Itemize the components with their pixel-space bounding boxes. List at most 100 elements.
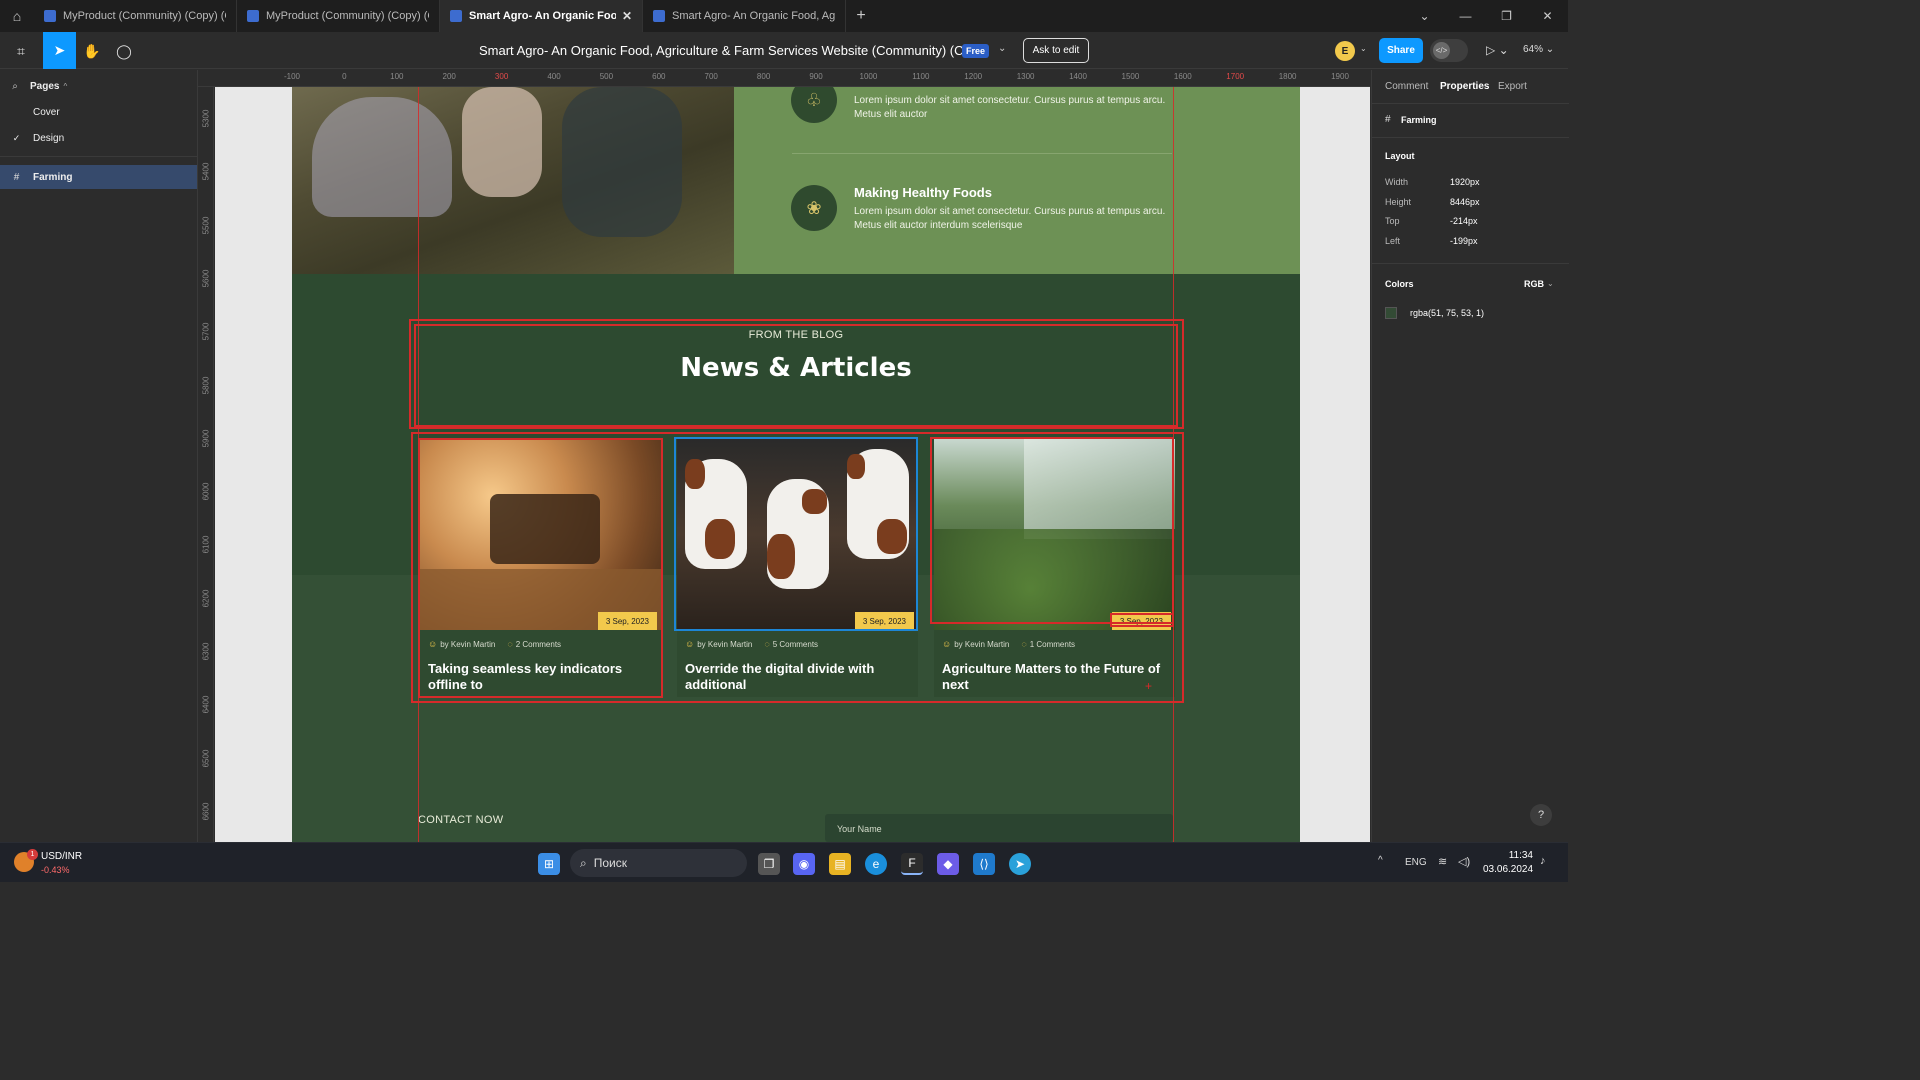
name-field[interactable]: Your Name: [825, 814, 1173, 842]
chevron-down-icon[interactable]: ⌄: [1404, 0, 1445, 32]
page-item-design[interactable]: ✓ Design: [0, 126, 197, 150]
color-swatch[interactable]: [1385, 307, 1397, 319]
volume-icon[interactable]: ◁): [1458, 855, 1470, 868]
comments-count: 5 Comments: [772, 640, 819, 649]
comment-tool-icon[interactable]: ◯: [109, 37, 139, 65]
wifi-icon[interactable]: ≋: [1438, 855, 1447, 868]
figma-file-icon: [44, 10, 56, 22]
dev-mode-toggle[interactable]: </>: [1430, 39, 1468, 62]
top-value[interactable]: -214px: [1450, 216, 1478, 226]
restore-icon[interactable]: ❐: [1486, 0, 1527, 32]
taskbar-search[interactable]: ⌕ Поиск: [570, 849, 747, 877]
healthy-food-icon: ❀: [791, 185, 837, 231]
search-icon[interactable]: ⌕: [0, 81, 30, 92]
card-title[interactable]: Override the digital divide with additio…: [685, 661, 913, 693]
ruler-tick: 5500: [201, 216, 211, 234]
left-value[interactable]: -199px: [1450, 236, 1478, 246]
hand-tool-icon[interactable]: ✋: [77, 37, 107, 65]
tab-properties[interactable]: Properties: [1440, 81, 1489, 92]
notification-bell-icon[interactable]: ♪: [1540, 855, 1546, 867]
color-value[interactable]: rgba(51, 75, 53, 1): [1410, 308, 1484, 318]
page-item-cover[interactable]: Cover: [0, 100, 197, 124]
telegram-icon[interactable]: ➤: [1009, 853, 1031, 875]
browser-tab[interactable]: Smart Agro- An Organic Food, Agricu: [643, 0, 846, 32]
design-canvas[interactable]: ♧ Lorem ipsum dolor sit amet consectetur…: [215, 87, 1370, 842]
search-placeholder: Поиск: [593, 856, 627, 870]
close-tab-icon[interactable]: ✕: [622, 9, 632, 23]
card-meta: ☺ by Kevin Martin ◌ 5 Comments: [685, 639, 818, 649]
top-label: Top: [1385, 216, 1400, 226]
minimize-icon[interactable]: —: [1445, 0, 1486, 32]
ruler-tick: 5900: [201, 429, 211, 448]
tab-export[interactable]: Export: [1498, 81, 1527, 92]
farming-frame[interactable]: ♧ Lorem ipsum dolor sit amet consectetur…: [292, 87, 1300, 842]
share-button[interactable]: Share: [1379, 38, 1423, 63]
tab-comment[interactable]: Comment: [1385, 81, 1428, 92]
frame-name[interactable]: Farming: [1401, 115, 1437, 125]
user-icon: ☺: [428, 639, 438, 649]
combine-harvester-photo: [420, 439, 661, 630]
chevron-up-icon[interactable]: ^: [63, 82, 67, 91]
card-title[interactable]: Taking seamless key indicators offline t…: [428, 661, 656, 693]
chevron-down-icon[interactable]: ⌄: [998, 43, 1006, 54]
height-value[interactable]: 8446px: [1450, 197, 1480, 207]
ruler-tick: 400: [547, 72, 561, 81]
layer-item-farming[interactable]: # Farming: [0, 165, 197, 189]
layout-guide: [1173, 87, 1174, 842]
copilot-icon[interactable]: ◆: [937, 853, 959, 875]
comment-icon: ◌: [764, 639, 770, 649]
main-menu-icon[interactable]: ⌗: [6, 37, 36, 65]
edge-browser-icon[interactable]: e: [865, 853, 887, 875]
frame-icon: #: [1385, 114, 1391, 125]
task-view-icon[interactable]: ❐: [758, 853, 780, 875]
ask-to-edit-button[interactable]: Ask to edit: [1023, 38, 1089, 63]
file-explorer-icon[interactable]: ▤: [829, 853, 851, 875]
clock-time[interactable]: 11:34: [1505, 850, 1533, 861]
close-window-icon[interactable]: ✕: [1527, 0, 1568, 32]
new-tab-button[interactable]: +: [846, 0, 876, 32]
zoom-level[interactable]: 64% ⌄: [1523, 44, 1554, 55]
figma-app-icon[interactable]: F: [901, 853, 923, 875]
home-icon[interactable]: ⌂: [0, 0, 34, 32]
ruler-tick: 800: [756, 72, 771, 81]
chevron-down-icon[interactable]: ⌄: [1360, 44, 1367, 53]
properties-panel: Comment Properties Export # Farming Layo…: [1371, 70, 1569, 842]
document-title[interactable]: Smart Agro- An Organic Food, Agriculture…: [479, 43, 989, 58]
width-label: Width: [1385, 177, 1409, 187]
user-avatar[interactable]: E: [1335, 41, 1355, 61]
move-tool-icon[interactable]: ➤: [43, 32, 76, 69]
ruler-tick: 6000: [201, 482, 211, 501]
ruler-tick: 1100: [912, 72, 930, 81]
ruler-tick: 5700: [201, 322, 211, 341]
clock-date[interactable]: 03.06.2024: [1483, 864, 1533, 875]
browser-tab-active[interactable]: Smart Agro- An Organic Food, Agr ✕: [440, 0, 643, 32]
language-indicator[interactable]: ENG: [1405, 857, 1427, 868]
help-button[interactable]: ?: [1530, 804, 1552, 826]
chevron-up-icon[interactable]: ^: [1378, 855, 1383, 866]
ruler-tick: 1400: [1069, 72, 1087, 81]
date-badge: 3 Sep, 2023: [854, 612, 914, 630]
ruler-tick: 1000: [859, 72, 878, 81]
ticker-name[interactable]: USD/INR: [41, 851, 82, 862]
blog-card[interactable]: 3 Sep, 2023 ☺ by Kevin Martin ◌ 5 Comments…: [677, 439, 918, 697]
blog-card[interactable]: 3 Sep, 2023 ☺ by Kevin Martin ◌ 2 Comments…: [420, 439, 661, 697]
width-value[interactable]: 1920px: [1450, 177, 1480, 187]
chevron-down-icon[interactable]: ⌄: [1547, 279, 1554, 288]
ruler-tick: 5400: [201, 162, 211, 181]
windows-start-icon[interactable]: ⊞: [538, 853, 560, 875]
browser-tab[interactable]: MyProduct (Community) (Copy) (Cop: [34, 0, 237, 32]
chat-app-icon[interactable]: ◉: [793, 853, 815, 875]
browser-tab[interactable]: MyProduct (Community) (Copy) (Cop: [237, 0, 440, 32]
page-label: Cover: [33, 106, 60, 118]
color-mode[interactable]: RGB: [1524, 279, 1544, 289]
card-meta: ☺ by Kevin Martin ◌ 1 Comments: [942, 639, 1075, 649]
pages-header[interactable]: ⌕ Pages ^: [0, 74, 197, 98]
card-title[interactable]: Agriculture Matters to the Future of nex…: [942, 661, 1170, 693]
name-placeholder: Your Name: [837, 824, 882, 834]
resize-handle-icon[interactable]: +: [1145, 679, 1152, 693]
layout-guide: [418, 87, 419, 842]
present-play-icon[interactable]: ▷ ⌄: [1486, 43, 1509, 57]
blog-card[interactable]: 3 Sep, 2023 ☺ by Kevin Martin ◌ 1 Comments…: [934, 439, 1175, 697]
service-description: Lorem ipsum dolor sit amet consectetur. …: [854, 95, 1166, 120]
vscode-icon[interactable]: ⟨⟩: [973, 853, 995, 875]
